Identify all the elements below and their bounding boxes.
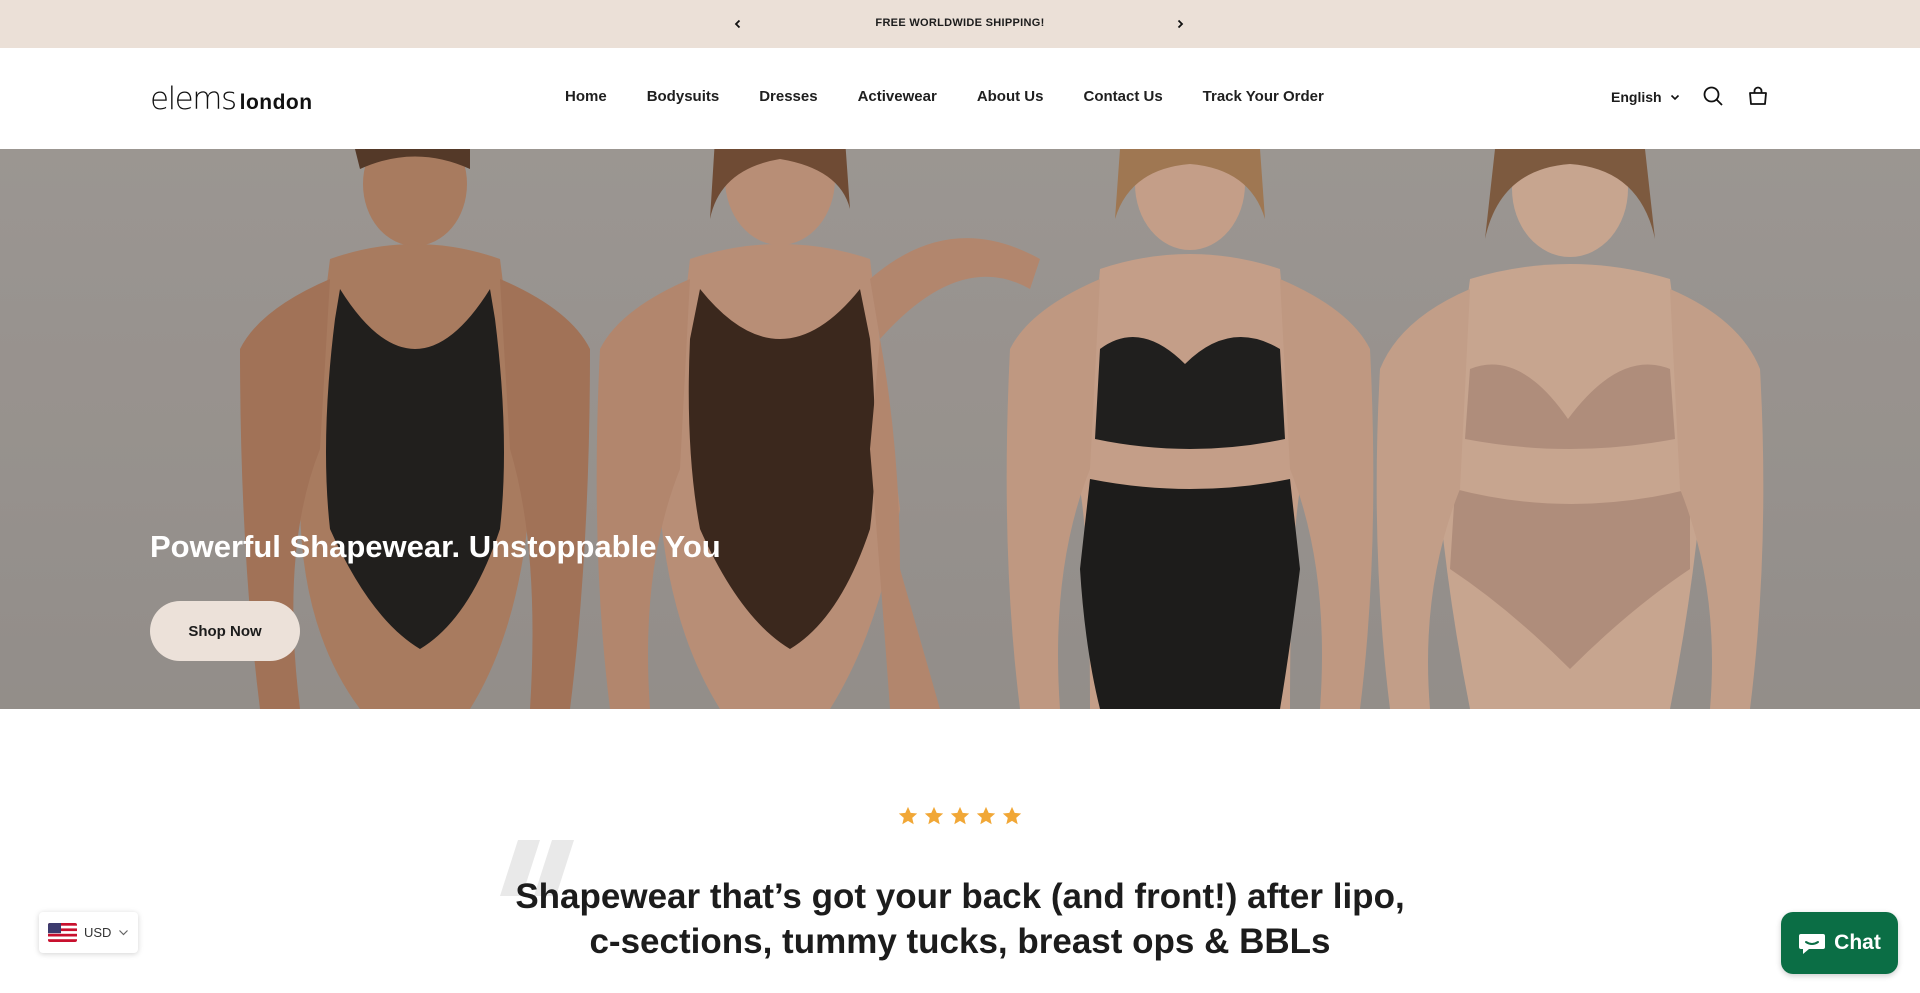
us-flag-icon [48,923,77,942]
nav-about-us[interactable]: About Us [977,88,1044,105]
logo-word-london: london [239,91,313,114]
star-icon [924,806,944,825]
chevron-right-icon[interactable] [1170,14,1190,34]
shop-now-button[interactable]: Shop Now [150,601,300,661]
rating-stars [0,805,1920,827]
nav-bodysuits[interactable]: Bodysuits [647,88,720,105]
chat-button[interactable]: Chat [1781,912,1898,974]
nav-activewear[interactable]: Activewear [858,88,937,105]
language-label: English [1611,89,1662,105]
star-icon [950,806,970,825]
chat-label: Chat [1834,931,1881,954]
main-nav: Home Bodysuits Dresses Activewear About … [565,88,1324,105]
site-header: elems london Home Bodysuits Dresses Acti… [0,48,1920,149]
nav-track-order[interactable]: Track Your Order [1203,88,1324,105]
announcement-text: FREE WORLDWIDE SHIPPING! [875,17,1045,29]
logo[interactable]: elems london [150,81,313,117]
star-icon [898,806,918,825]
star-icon [976,806,996,825]
cart-icon[interactable] [1745,83,1771,109]
hero-title: Powerful Shapewear. Unstoppable You [150,529,721,564]
star-icon [1002,806,1022,825]
currency-label: USD [84,925,112,940]
nav-home[interactable]: Home [565,88,607,105]
hero-banner: Powerful Shapewear. Unstoppable You Shop… [0,149,1920,709]
language-selector[interactable]: English [1611,89,1680,105]
logo-word-elems: elems [150,81,237,117]
nav-dresses[interactable]: Dresses [759,88,817,105]
chevron-down-icon [119,930,129,936]
testimonial-quote: Shapewear that’s got your back (and fron… [515,877,1405,961]
announcement-bar: FREE WORLDWIDE SHIPPING! [0,0,1920,48]
chat-bubble-icon [1799,934,1826,954]
search-icon[interactable] [1700,83,1726,109]
chevron-down-icon [1670,89,1680,105]
nav-contact-us[interactable]: Contact Us [1083,88,1162,105]
currency-selector[interactable]: USD [39,912,138,953]
